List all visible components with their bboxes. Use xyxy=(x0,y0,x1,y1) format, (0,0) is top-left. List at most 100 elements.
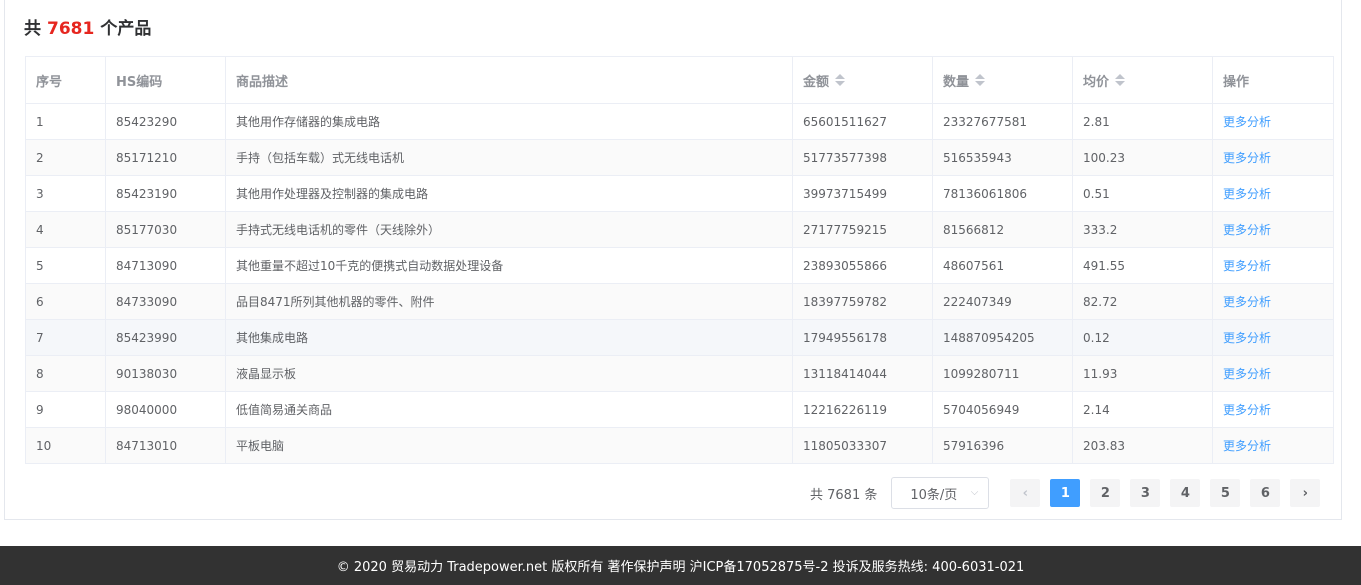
column-header-amount[interactable]: 金额 xyxy=(793,57,933,103)
more-analysis-link[interactable]: 更多分析 xyxy=(1223,185,1271,202)
cell-index: 3 xyxy=(26,176,106,211)
cell-average-price: 203.83 xyxy=(1073,428,1213,463)
more-analysis-link[interactable]: 更多分析 xyxy=(1223,257,1271,274)
pagination-total: 共 7681 条 xyxy=(810,487,878,503)
cell-index: 8 xyxy=(26,356,106,391)
results-panel: 共 7681 个产品 序号 HS编码 商品描述 金额 数量 均价 操作 1 8542… xyxy=(4,0,1342,520)
cell-description: 手持（包括车载）式无线电话机 xyxy=(226,140,793,175)
cell-hs-code: 85171210 xyxy=(106,140,226,175)
more-analysis-link[interactable]: 更多分析 xyxy=(1223,113,1271,130)
cell-quantity: 23327677581 xyxy=(933,104,1073,139)
cell-quantity: 5704056949 xyxy=(933,392,1073,427)
table-row: 8 90138030 液晶显示板 13118414044 1099280711 … xyxy=(26,356,1334,392)
cell-index: 5 xyxy=(26,248,106,283)
chevron-down-icon: ⌵ xyxy=(970,487,979,498)
column-header-description: 商品描述 xyxy=(226,57,793,103)
cell-average-price: 2.81 xyxy=(1073,104,1213,139)
cell-quantity: 81566812 xyxy=(933,212,1073,247)
more-analysis-link[interactable]: 更多分析 xyxy=(1223,329,1271,346)
more-analysis-link[interactable]: 更多分析 xyxy=(1223,365,1271,382)
cell-average-price: 491.55 xyxy=(1073,248,1213,283)
product-count: 7681 xyxy=(47,19,95,39)
sort-icon[interactable] xyxy=(1115,74,1126,86)
cell-amount: 27177759215 xyxy=(793,212,933,247)
cell-quantity: 1099280711 xyxy=(933,356,1073,391)
cell-index: 1 xyxy=(26,104,106,139)
cell-hs-code: 90138030 xyxy=(106,356,226,391)
cell-amount: 17949556178 xyxy=(793,320,933,355)
title-suffix: 个产品 xyxy=(100,19,152,39)
column-header-action: 操作 xyxy=(1213,57,1334,103)
cell-average-price: 0.12 xyxy=(1073,320,1213,355)
cell-amount: 39973715499 xyxy=(793,176,933,211)
pagination: 共 7681 条 10条/页 ⌵ ‹ 1 2 3 4 5 6 › xyxy=(810,476,1330,510)
sort-icon[interactable] xyxy=(835,74,846,86)
table-row: 4 85177030 手持式无线电话机的零件（天线除外） 27177759215… xyxy=(26,212,1334,248)
table-header: 序号 HS编码 商品描述 金额 数量 均价 操作 xyxy=(26,57,1334,104)
cell-description: 手持式无线电话机的零件（天线除外） xyxy=(226,212,793,247)
cell-index: 6 xyxy=(26,284,106,319)
page-button-4[interactable]: 4 xyxy=(1170,479,1201,507)
page-button-2[interactable]: 2 xyxy=(1090,479,1121,507)
cell-index: 4 xyxy=(26,212,106,247)
more-analysis-link[interactable]: 更多分析 xyxy=(1223,221,1271,238)
cell-hs-code: 84713090 xyxy=(106,248,226,283)
column-header-quantity-label: 数量 xyxy=(943,74,970,90)
prev-page-button[interactable]: ‹ xyxy=(1010,479,1041,507)
page-button-3[interactable]: 3 xyxy=(1130,479,1161,507)
table-row: 3 85423190 其他用作处理器及控制器的集成电路 39973715499 … xyxy=(26,176,1334,212)
page-button-6[interactable]: 6 xyxy=(1250,479,1281,507)
cell-average-price: 11.93 xyxy=(1073,356,1213,391)
title-prefix: 共 xyxy=(24,19,41,39)
table-row: 10 84713010 平板电脑 11805033307 57916396 20… xyxy=(26,428,1334,464)
more-analysis-link[interactable]: 更多分析 xyxy=(1223,401,1271,418)
table-row: 6 84733090 品目8471所列其他机器的零件、附件 1839775978… xyxy=(26,284,1334,320)
footer-copyright: © 2020 贸易动力 Tradepower.net 版权所有 著作保护声明 沪… xyxy=(336,560,1025,575)
cell-amount: 65601511627 xyxy=(793,104,933,139)
column-header-amount-label: 金额 xyxy=(803,74,830,90)
cell-average-price: 100.23 xyxy=(1073,140,1213,175)
table-row: 2 85171210 手持（包括车载）式无线电话机 51773577398 51… xyxy=(26,140,1334,176)
more-analysis-link[interactable]: 更多分析 xyxy=(1223,149,1271,166)
cell-description: 其他用作处理器及控制器的集成电路 xyxy=(226,176,793,211)
cell-hs-code: 84713010 xyxy=(106,428,226,463)
cell-average-price: 333.2 xyxy=(1073,212,1213,247)
cell-description: 液晶显示板 xyxy=(226,356,793,391)
column-header-average-price[interactable]: 均价 xyxy=(1073,57,1213,103)
cell-amount: 23893055866 xyxy=(793,248,933,283)
cell-average-price: 2.14 xyxy=(1073,392,1213,427)
cell-description: 品目8471所列其他机器的零件、附件 xyxy=(226,284,793,319)
page-button-5[interactable]: 5 xyxy=(1210,479,1241,507)
cell-quantity: 148870954205 xyxy=(933,320,1073,355)
column-header-quantity[interactable]: 数量 xyxy=(933,57,1073,103)
cell-hs-code: 84733090 xyxy=(106,284,226,319)
more-analysis-link[interactable]: 更多分析 xyxy=(1223,437,1271,454)
table-row: 5 84713090 其他重量不超过10千克的便携式自动数据处理设备 23893… xyxy=(26,248,1334,284)
next-page-button[interactable]: › xyxy=(1290,479,1321,507)
column-header-hs-code: HS编码 xyxy=(106,57,226,103)
cell-quantity: 78136061806 xyxy=(933,176,1073,211)
cell-amount: 51773577398 xyxy=(793,140,933,175)
cell-hs-code: 85177030 xyxy=(106,212,226,247)
cell-index: 9 xyxy=(26,392,106,427)
sort-icon[interactable] xyxy=(975,74,986,86)
cell-index: 10 xyxy=(26,428,106,463)
page-size-select[interactable]: 10条/页 ⌵ xyxy=(891,477,990,509)
page-title: 共 7681 个产品 xyxy=(24,14,151,39)
cell-average-price: 82.72 xyxy=(1073,284,1213,319)
more-analysis-link[interactable]: 更多分析 xyxy=(1223,293,1271,310)
cell-amount: 12216226119 xyxy=(793,392,933,427)
cell-hs-code: 85423190 xyxy=(106,176,226,211)
page-size-value: 10条/页 xyxy=(910,487,958,503)
products-table: 序号 HS编码 商品描述 金额 数量 均价 操作 1 85423290 其他用作… xyxy=(25,56,1334,464)
table-row: 9 98040000 低值简易通关商品 12216226119 57040569… xyxy=(26,392,1334,428)
table-row: 7 85423990 其他集成电路 17949556178 1488709542… xyxy=(26,320,1334,356)
cell-amount: 13118414044 xyxy=(793,356,933,391)
cell-description: 其他集成电路 xyxy=(226,320,793,355)
cell-quantity: 57916396 xyxy=(933,428,1073,463)
cell-amount: 18397759782 xyxy=(793,284,933,319)
cell-description: 其他用作存储器的集成电路 xyxy=(226,104,793,139)
cell-hs-code: 85423290 xyxy=(106,104,226,139)
column-header-index: 序号 xyxy=(26,57,106,103)
page-button-1[interactable]: 1 xyxy=(1050,479,1081,507)
